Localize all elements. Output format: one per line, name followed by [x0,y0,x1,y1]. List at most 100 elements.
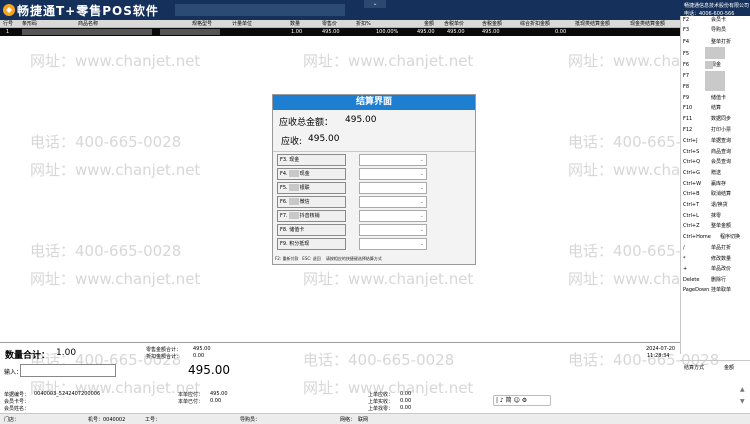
col-offset-settle[interactable]: 抵现类结算金额 [575,20,610,28]
sidebar-item-item-discount[interactable]: / 单品打折 [680,244,750,253]
sidebar-item-guide[interactable]: F3 导购员 [680,26,750,35]
paid-value: 0.00 [210,398,222,404]
col-unit[interactable]: 计量单位 [232,20,252,28]
last-change-value: 0.00 [400,405,412,411]
sidebar-item-bill-discount[interactable]: F4 整单打折 [680,38,750,47]
pay-method-stored-card-button[interactable]: F8. 储值卡 [277,224,346,236]
title-bar: 畅捷通T+零售POS软件 ⌄ 畅捷通信息技术股份有限公司 电话：4006-600… [0,0,750,20]
pay-amount-field-points[interactable]: ⌄ [359,238,427,250]
col-product-name[interactable]: 商品名称 [78,20,98,28]
shortcut-key: F4 [683,39,690,45]
redacted-area [705,61,713,69]
shortcut-key: PageDown [683,287,710,293]
sidebar-item-bill-query[interactable]: Ctrl+J 单据查询 [680,137,750,146]
pay-method-points-button[interactable]: F9. 积分抵现 [277,238,346,250]
sidebar-item-sync[interactable]: F11 数据同步 [680,115,750,124]
total-amount-value: 495.00 [345,115,377,125]
col-amount[interactable]: 金额 [424,20,434,28]
shortcut-key: F11 [683,116,693,122]
big-amount-display: 495.00 [188,363,230,377]
shortcut-label: 储值卡 [711,95,727,101]
sidebar-item-member-card[interactable]: F2 会员卡 [680,16,750,25]
col-discount[interactable]: 折扣% [356,20,371,28]
sidebar-item-cash[interactable]: F6 现金 [680,61,750,70]
pay-method-douyin-button[interactable]: F7. 抖音核销 [277,210,346,222]
status-staff: 工号： [145,417,161,423]
pay-amount-field-cash[interactable]: ⌄ [359,154,427,166]
status-terminal: 机号：0040002 [88,417,126,423]
col-line-no[interactable]: 行号 [3,20,13,28]
sidebar-item-gift[interactable]: Ctrl+G 赠送 [680,169,750,178]
pay-method-cash2-button[interactable]: F4. 现金 [277,168,346,180]
shortcut-label: 整单金额 [711,223,732,229]
pay-method-label: 微信 [299,199,310,205]
table-row[interactable]: 1 1.00 495.00 100.00% 495.00 495.00 495.… [0,28,680,36]
sidebar-item-return[interactable]: Ctrl+T 退/换货 [680,201,750,210]
col-cash-settle[interactable]: 现金类结算金额 [630,20,665,28]
col-quantity[interactable]: 数量 [290,20,300,28]
scroll-up-icon[interactable]: ▲ [740,386,745,393]
cell-overall-discount: 0.00 [555,29,567,35]
pay-amount-field-wechat[interactable]: ⌄ [359,196,427,208]
sidebar-item-bill-amount[interactable]: Ctrl+Z 整单金额 [680,222,750,231]
pay-mode-label: 结算方式 [684,365,705,371]
cell-tax-unit-price: 495.00 [447,29,465,35]
shortcut-key: Ctrl+Home [683,234,711,240]
shortcut-key: Ctrl+J [683,138,698,144]
sidebar-item-product-query[interactable]: Ctrl+S 商品查询 [680,148,750,157]
col-tax-amount[interactable]: 含税金额 [482,20,502,28]
pay-amount-field-cash2[interactable]: ⌄ [359,168,427,180]
sidebar-item-switch-program[interactable]: Ctrl+Home 程序切换 [680,233,750,242]
shortcut-label: 商品查询 [711,149,732,155]
sidebar-item-edit-price[interactable]: + 单品改价 [680,265,750,274]
cell-line-no: 1 [6,29,10,35]
company-name: 畅捷通信息技术股份有限公司 [684,3,750,9]
receivable-label: 应收: [281,137,303,147]
sidebar-item-delete-row[interactable]: Delete 删除行 [680,276,750,285]
sidebar-item-stock[interactable]: Ctrl+W 赢库存 [680,180,750,189]
qty-total-label: 数量合计： [5,351,51,361]
sidebar-item-settle[interactable]: F10 结算 [680,104,750,113]
barcode-input[interactable] [20,364,116,377]
chevron-down-icon: ⌄ [419,185,424,191]
pay-method-key: F8. [280,227,288,233]
pay-method-wechat-button[interactable]: F6. 微信 [277,196,346,208]
last-receivable-label: 上单应收： [368,392,394,398]
pay-amount-field-stored-card[interactable]: ⌄ [359,224,427,236]
col-spec[interactable]: 规格型号 [192,20,212,28]
col-barcode[interactable]: 条形码 [22,20,37,28]
paid-label: 本单已付： [178,399,204,405]
clock-time: 11:28:34 [647,353,670,359]
status-store: 门店： [4,417,20,423]
window-dropdown-button[interactable]: ⌄ [364,0,386,8]
shortcut-key: F7 [683,73,690,79]
last-received-label: 上单实收： [368,399,394,405]
sidebar-item-stored-card[interactable]: F9 储值卡 [680,94,750,103]
status-bar: 门店： 机号：0040002 工号： 导购员： 网络： 联网 [0,413,750,424]
shortcut-label: 单据查询 [711,138,732,144]
pay-method-key: F9. [280,241,288,247]
sidebar-item-member-query[interactable]: Ctrl+Q 会员查询 [680,158,750,167]
pay-method-unionpay-button[interactable]: F5. 银联 [277,182,346,194]
sidebar-item-hold-bill[interactable]: PageDown 挂单取单 [680,286,750,295]
ime-toolbar[interactable]: | ♪ 简 ☺ ⚙ [493,395,551,406]
col-overall-discount[interactable]: 综合折扣金额 [520,20,550,28]
dialog-title: 结算界面 [273,95,475,110]
pay-method-key: F3. [280,157,288,163]
pay-method-cash-button[interactable]: F3. 现金 [277,154,346,166]
pay-method-key: F7. [280,213,288,219]
sidebar-item-edit-qty[interactable]: * 修改数量 [680,255,750,264]
last-receivable-value: 0.00 [400,391,412,397]
pay-method-label: 现金 [289,157,300,163]
sidebar-item-round-off[interactable]: Ctrl+L 抹零 [680,212,750,221]
col-retail-price[interactable]: 零售价 [322,20,337,28]
shortcut-key: F8 [683,84,690,90]
col-tax-unit-price[interactable]: 含税单价 [444,20,464,28]
pay-amount-field-unionpay[interactable]: ⌄ [359,182,427,194]
pay-amount-field-douyin[interactable]: ⌄ [359,210,427,222]
sidebar-item-cancel-settle[interactable]: Ctrl+B 取消结算 [680,190,750,199]
hint-esc: ESC: 退回 [302,256,321,261]
sidebar-item-print[interactable]: F12 打印小票 [680,126,750,135]
chevron-down-icon: ⌄ [419,241,424,247]
scroll-down-icon[interactable]: ▼ [740,398,745,405]
